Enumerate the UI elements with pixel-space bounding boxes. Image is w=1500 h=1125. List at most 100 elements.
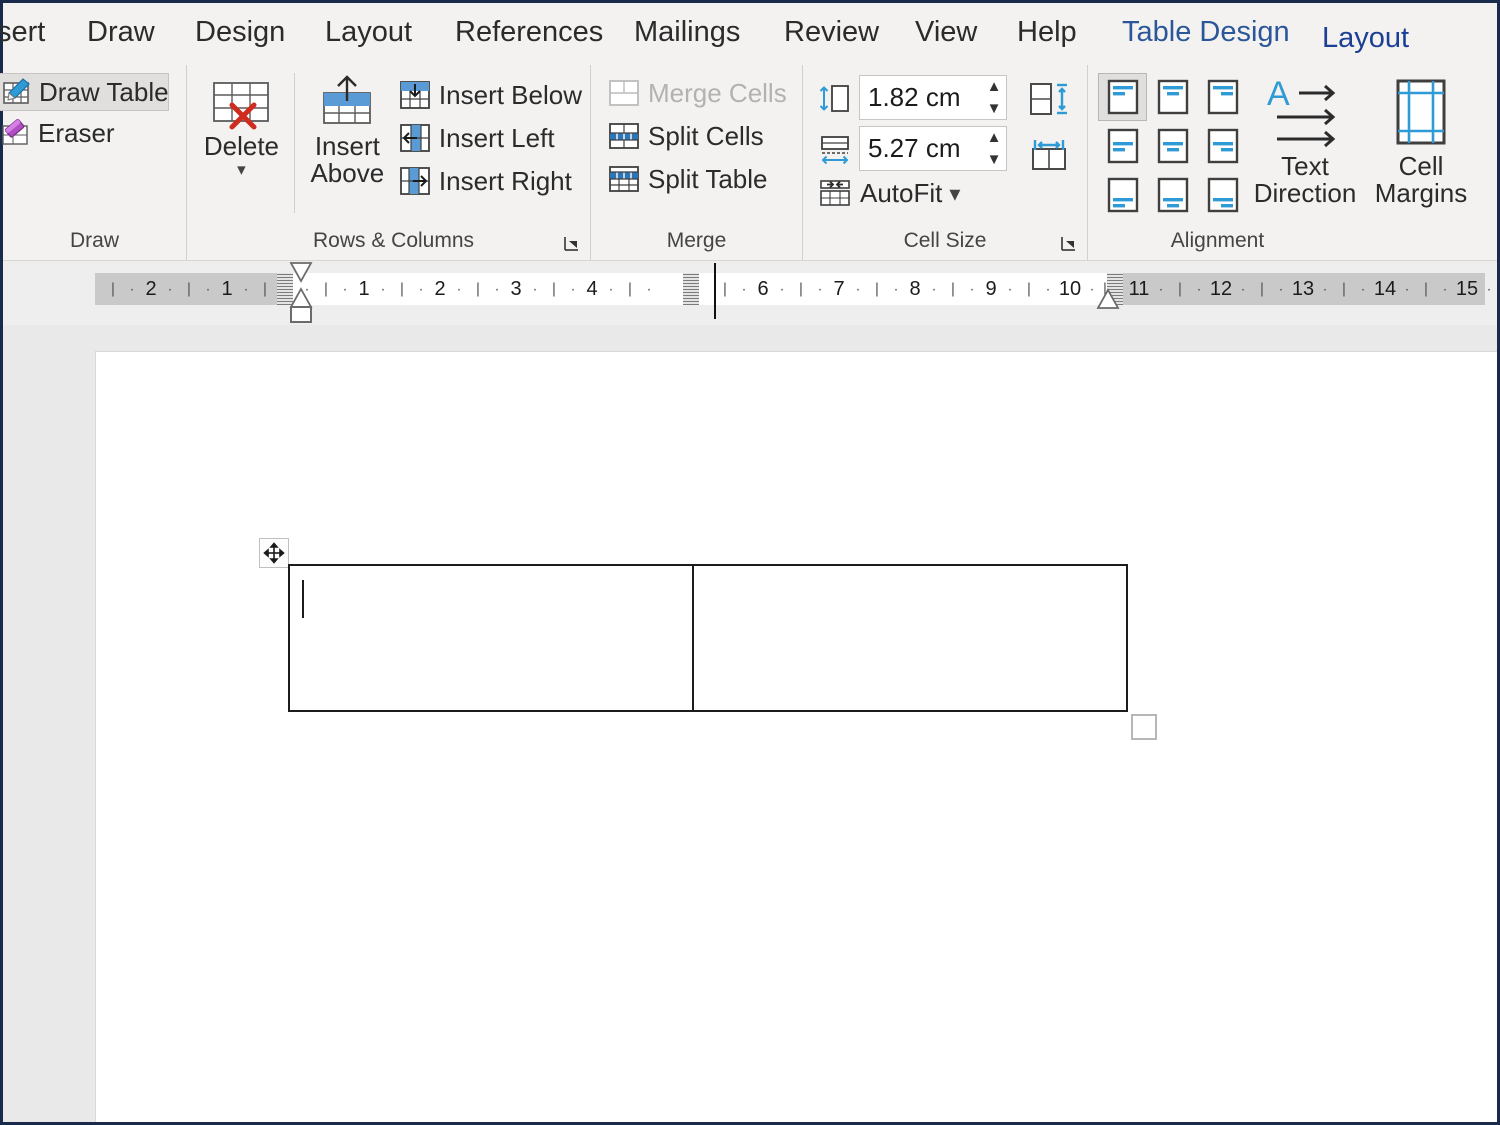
tab-label: Mailings <box>634 16 740 48</box>
autofit-button[interactable]: AutoFit ▾ <box>817 177 960 209</box>
cell-margins-icon <box>1382 75 1460 153</box>
cell-margins-label-line2: Margins <box>1375 180 1467 207</box>
chevron-down-icon[interactable]: ▾ <box>237 161 246 178</box>
draw-table-label: Draw Table <box>39 79 169 105</box>
ruler-area: | · 2 · | · 1 · | · | · 1 · | · 2 · | · <box>3 261 1497 325</box>
align-bottom-left-button[interactable] <box>1098 171 1147 219</box>
ribbon: Draw Table Eras <box>3 65 1497 261</box>
align-bottom-center-button[interactable] <box>1148 171 1197 219</box>
column-width-spin-arrows[interactable]: ▲ ▼ <box>982 127 1006 170</box>
chevron-up-icon[interactable]: ▲ <box>987 80 1002 94</box>
insert-above-button[interactable]: Insert Above <box>301 71 394 188</box>
eraser-icon <box>1 118 31 148</box>
ruler-tick-label: 3 <box>510 279 521 299</box>
ribbon-group-draw: Draw Table Eras <box>3 65 186 260</box>
ruler-tick-label: 12 <box>1210 279 1232 299</box>
tab-label: Design <box>195 16 285 48</box>
ruler-tick-label: 2 <box>434 279 445 299</box>
group-label-cell-size: Cell Size <box>803 226 1087 260</box>
merge-cells-button[interactable]: Merge Cells <box>603 73 795 113</box>
align-top-left-button[interactable] <box>1098 73 1147 121</box>
insert-below-button[interactable]: Insert Below <box>394 75 590 115</box>
insert-below-icon <box>398 78 432 112</box>
split-table-button[interactable]: Split Table <box>603 159 776 199</box>
split-cells-button[interactable]: Split Cells <box>603 116 772 156</box>
cell-size-dialog-launcher[interactable] <box>1059 234 1079 254</box>
tab-design[interactable]: Design <box>195 18 285 51</box>
tab-label: sert <box>0 16 45 48</box>
tab-help[interactable]: Help <box>1017 18 1077 51</box>
cell-margins-button[interactable]: Cell Margins <box>1363 73 1479 208</box>
table-move-handle-icon[interactable] <box>259 538 289 568</box>
insert-right-button[interactable]: Insert Right <box>394 161 590 201</box>
chevron-down-icon[interactable]: ▾ <box>949 183 960 205</box>
insert-left-button[interactable]: Insert Left <box>394 118 590 158</box>
table-cell[interactable] <box>694 566 1126 710</box>
delete-button[interactable]: Delete ▾ <box>193 71 290 180</box>
eraser-label: Eraser <box>38 120 115 146</box>
row-height-spin-arrows[interactable]: ▲ ▼ <box>982 76 1006 119</box>
distribute-rows-icon[interactable] <box>1027 77 1071 121</box>
draw-table-button[interactable]: Draw Table <box>0 73 169 111</box>
tab-label: Help <box>1017 16 1077 48</box>
row-height-spinbox[interactable]: 1.82 cm ▲ ▼ <box>859 75 1007 120</box>
right-indent-marker[interactable] <box>1095 287 1121 311</box>
text-direction-button[interactable]: A Text Direction <box>1247 73 1363 208</box>
ruler-tick-label: 1 <box>358 279 369 299</box>
align-center-left-button[interactable] <box>1098 122 1147 170</box>
text-direction-label-line1: Text <box>1281 153 1329 180</box>
tab-layout[interactable]: Layout <box>325 18 412 51</box>
tab-insert[interactable]: sert <box>0 18 45 51</box>
tab-references[interactable]: References <box>455 18 603 51</box>
tab-view[interactable]: View <box>915 18 977 51</box>
insert-above-label-line2: Above <box>310 160 384 187</box>
column-width-control: 5.27 cm ▲ ▼ <box>817 124 1007 173</box>
text-direction-label-line2: Direction <box>1254 180 1357 207</box>
cell-margins-label-line1: Cell <box>1399 153 1444 180</box>
table-cell[interactable] <box>290 566 694 710</box>
ruler-tick-label: 4 <box>586 279 597 299</box>
align-center-right-button[interactable] <box>1198 122 1247 170</box>
document-page[interactable] <box>95 351 1497 1122</box>
tab-table-layout[interactable]: Layout <box>1322 24 1409 57</box>
tab-mailings[interactable]: Mailings <box>634 18 740 51</box>
insert-right-label: Insert Right <box>439 168 572 194</box>
first-line-indent-marker[interactable] <box>288 261 314 285</box>
column-width-value: 5.27 cm <box>860 133 982 164</box>
tab-table-design[interactable]: Table Design <box>1122 18 1290 51</box>
ruler-tick-label: 10 <box>1059 279 1081 299</box>
ruler-tick-label: 9 <box>985 279 996 299</box>
tab-label: Layout <box>1322 22 1409 54</box>
rows-columns-dialog-launcher[interactable] <box>562 234 582 254</box>
document-area[interactable] <box>3 325 1497 1122</box>
align-bottom-right-button[interactable] <box>1198 171 1247 219</box>
delete-label: Delete <box>204 133 279 160</box>
ruler-tick-label: 11 <box>1129 279 1150 299</box>
autofit-label: AutoFit <box>860 178 942 209</box>
group-label-alignment: Alignment <box>1088 226 1497 260</box>
row-height-value: 1.82 cm <box>860 82 982 113</box>
horizontal-ruler[interactable]: | · 2 · | · 1 · | · | · 1 · | · 2 · | · <box>95 273 1485 305</box>
tab-draw[interactable]: Draw <box>87 18 155 51</box>
chevron-down-icon[interactable]: ▼ <box>987 102 1002 116</box>
eraser-button[interactable]: Eraser <box>0 115 123 151</box>
tab-review[interactable]: Review <box>784 18 879 51</box>
tab-label: Layout <box>325 16 412 48</box>
chevron-up-icon[interactable]: ▲ <box>987 131 1002 145</box>
draw-table-icon <box>2 77 32 107</box>
split-table-icon <box>607 162 641 196</box>
document-table[interactable] <box>288 564 1128 712</box>
chevron-down-icon[interactable]: ▼ <box>987 153 1002 167</box>
distribute-columns-icon[interactable] <box>1027 133 1071 177</box>
table-column-marker-middle[interactable] <box>683 273 699 305</box>
ribbon-group-rows-and-columns: Delete ▾ <box>186 65 590 260</box>
left-indent-marker[interactable] <box>290 306 312 323</box>
autofit-icon <box>817 177 853 209</box>
ribbon-group-alignment: A Text Direction <box>1087 65 1497 260</box>
align-top-center-button[interactable] <box>1148 73 1197 121</box>
align-top-right-button[interactable] <box>1198 73 1247 121</box>
align-center-button[interactable] <box>1148 122 1197 170</box>
insert-small-button-stack: Insert Below <box>394 71 590 201</box>
ruler-tick-label: 1 <box>221 279 232 299</box>
column-width-spinbox[interactable]: 5.27 cm ▲ ▼ <box>859 126 1007 171</box>
